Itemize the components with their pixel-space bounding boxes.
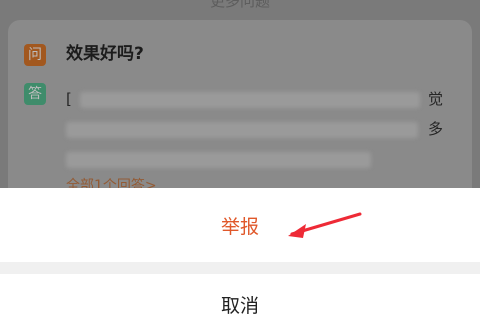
redacted-text-line xyxy=(66,152,371,168)
redacted-text-line xyxy=(66,122,418,138)
question-text: 效果好吗? xyxy=(66,44,144,64)
answer-end-char-2: 多 xyxy=(428,120,444,138)
section-header: 更多问题 xyxy=(209,0,270,10)
annotation-arrow-icon xyxy=(288,212,362,238)
redacted-text-line xyxy=(80,92,420,108)
question-badge: 问 xyxy=(24,44,46,66)
answer-end-char-1: 觉 xyxy=(428,90,444,108)
sheet-divider xyxy=(0,262,480,274)
report-button[interactable]: 举报 xyxy=(0,188,480,262)
answer-start-char: [ xyxy=(66,90,72,108)
cancel-button[interactable]: 取消 xyxy=(0,274,480,335)
answer-badge: 答 xyxy=(24,83,46,105)
action-sheet: 举报 取消 xyxy=(0,188,480,335)
